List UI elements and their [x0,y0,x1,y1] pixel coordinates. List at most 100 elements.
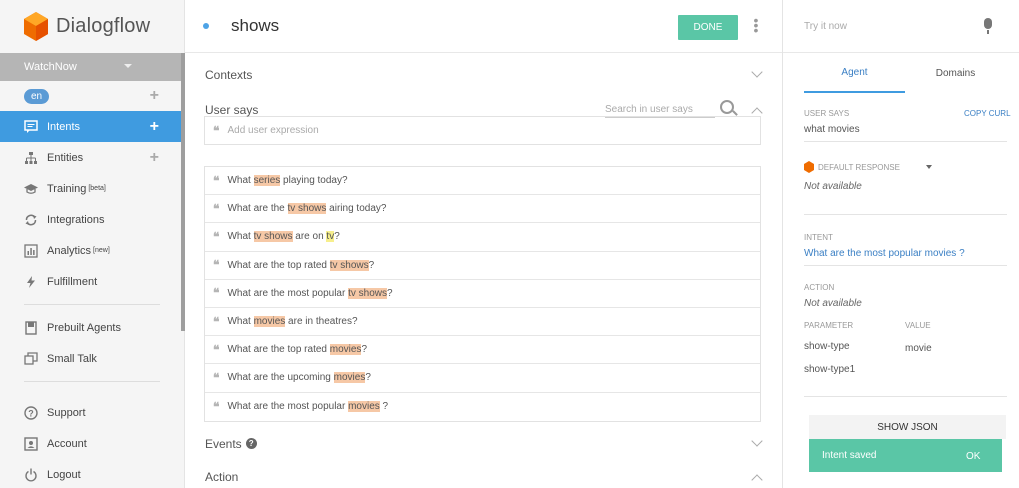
chevron-up-icon[interactable] [751,107,763,119]
entity-annotation[interactable]: tv shows [329,259,369,271]
sidebar-item-integrations[interactable]: Integrations [0,204,184,235]
expression-text: ? [365,372,371,384]
entity-annotation[interactable]: tv shows [253,231,293,243]
expression-text: What [227,175,254,187]
user-expression-row[interactable]: ❝ What movies are in theatres? [205,308,760,337]
matched-intent-link[interactable]: What are the most popular movies ? [804,248,965,259]
user-says-value: what movies [804,124,860,135]
user-expression-row[interactable]: ❝ What tv shows are on tv? [205,223,760,252]
user-expression-row[interactable]: ❝ What series playing today? [205,167,760,196]
add-intent-icon[interactable]: + [150,118,159,135]
events-section[interactable]: Events ? [185,427,782,460]
expression-text: ? [334,231,340,243]
divider [804,141,1007,142]
quote-icon: ❝ [213,399,220,414]
quote-icon: ❝ [213,314,220,329]
sidebar-item-training[interactable]: Training [beta] [0,173,184,204]
param-name: show-type [804,341,850,352]
sidebar-item-support[interactable]: ? Support [0,397,181,428]
action-section[interactable]: Action [185,460,782,488]
sidebar-item-logout[interactable]: Logout [0,459,181,488]
expression-text: What are the most popular [227,287,349,299]
divider [804,265,1007,266]
entity-annotation[interactable]: movies [348,401,380,413]
show-json-button[interactable]: SHOW JSON [809,415,1006,439]
user-says-search-input[interactable]: Search in user says [605,104,715,118]
new-tag: [new] [93,247,110,254]
entity-annotation[interactable]: tv shows [348,287,387,299]
chevron-down-icon[interactable] [751,435,763,447]
user-expression-row[interactable]: ❝ What are the tv shows airing today? [205,195,760,224]
sidebar-item-analytics[interactable]: Analytics [new] [0,235,184,266]
entity-annotation[interactable]: movies [253,316,286,328]
entity-annotation[interactable]: tv shows [287,203,327,215]
agent-selector[interactable]: WatchNow [0,53,184,81]
default-response-selector[interactable]: DEFAULT RESPONSE [804,161,932,173]
copy-icon [24,351,38,366]
intent-name-input[interactable]: shows [231,16,279,36]
action-value: Not available [804,298,862,309]
bolt-icon [24,275,38,289]
sidebar-item-account[interactable]: Account [0,428,181,459]
expression-text: ? [368,259,375,271]
default-response-value: Not available [804,181,862,192]
user-expression-row[interactable]: ❝ What are the upcoming movies? [205,364,760,393]
agent-name: WatchNow [24,61,77,73]
intent-saved-toast: Intent saved OK [809,439,1002,472]
entity-annotation[interactable]: series [253,175,281,187]
copy-curl-link[interactable]: COPY CURL [964,109,1011,118]
svg-text:?: ? [28,408,34,418]
contexts-section[interactable]: Contexts [185,58,782,91]
expression-text: What are the top rated [227,344,330,356]
chevron-up-icon[interactable] [751,474,763,486]
add-entity-icon[interactable]: + [150,149,159,166]
more-vert-icon[interactable]: • • • [751,13,761,37]
sidebar-item-prebuilt-agents[interactable]: Prebuilt Agents [0,312,184,343]
sidebar-item-fulfillment[interactable]: Fulfillment [0,266,184,297]
user-says-list: ❝ What series playing today? ❝ What are the… [204,166,761,422]
user-expression-row[interactable]: ❝ What are the top rated movies? [205,336,760,365]
microphone-icon[interactable] [984,18,992,34]
help-icon: ? [24,405,38,420]
value-header: VALUE [905,321,931,330]
graduation-icon [24,182,38,196]
search-icon[interactable] [720,100,734,114]
quote-icon: ❝ [213,229,220,244]
quote-icon: ❝ [213,258,220,273]
add-language-icon[interactable]: + [150,88,159,104]
user-says-title: User says [205,102,259,117]
expression-text: What are the most popular [227,401,349,413]
chevron-down-icon[interactable] [751,66,763,78]
try-it-now-input[interactable]: Try it now [783,0,1019,53]
tab-domains[interactable]: Domains [905,53,1006,93]
sidebar-item-label: Analytics [47,244,92,257]
help-icon[interactable]: ? [245,438,257,449]
expression-text: ? [387,287,393,299]
chevron-down-icon [124,64,132,68]
entity-annotation[interactable]: movies [329,344,362,356]
expression-text: What [227,316,254,328]
language-badge[interactable]: en [24,88,50,104]
sidebar-divider [24,381,160,382]
tab-agent[interactable]: Agent [804,53,905,93]
dialogflow-logo-icon [24,11,48,41]
user-expression-row[interactable]: ❝ What are the most popular movies ? [205,393,760,421]
entity-annotation[interactable]: tv [326,231,335,243]
user-expression-row[interactable]: ❝ What are the top rated tv shows? [205,252,760,280]
bar-chart-icon [24,243,38,258]
param-name: show-type1 [804,364,856,375]
done-button[interactable]: DONE [678,15,738,40]
entity-annotation[interactable]: movies [333,372,366,384]
parameter-header: PARAMETER [804,321,854,330]
logo[interactable]: Dialogflow [0,0,184,53]
user-expression-row[interactable]: ❝ What are the most popular tv shows? [205,280,760,308]
action-title: Action [205,469,239,484]
toast-ok-button[interactable]: OK [966,451,980,462]
sidebar-item-small-talk[interactable]: Small Talk [0,343,184,374]
sidebar-item-label: Intents [47,120,81,133]
power-icon [24,468,38,482]
sidebar-item-label: Prebuilt Agents [47,321,121,334]
sidebar-item-entities[interactable]: Entities + [0,142,184,173]
expression-text: What [227,231,254,243]
sidebar-item-intents[interactable]: Intents + [0,111,184,142]
